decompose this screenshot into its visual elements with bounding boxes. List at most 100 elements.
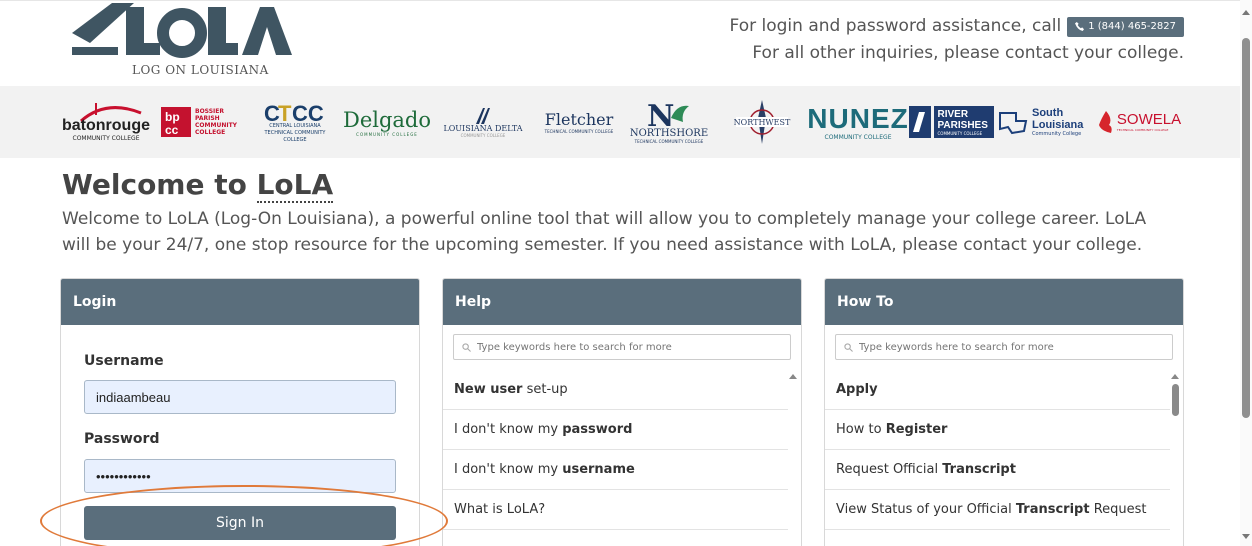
phone-number: 1 (844) 465-2827 [1088,21,1176,32]
contact-line-1: For login and password assistance, call [729,16,1062,36]
page-scroll-up-icon[interactable] [1242,10,1250,15]
login-panel: Login Username Password Sign In [60,278,420,546]
contact-info: For login and password assistance, call … [730,13,1184,67]
help-item-bold: username [562,462,635,477]
help-panel: Help New user set-up I don't know my pas… [442,278,802,546]
college-logo-fletcher[interactable]: Fletcher TECHNICAL COMMUNITY COLLEGE [534,94,624,150]
howto-list-scrollbar[interactable] [1169,370,1181,546]
howto-search-input[interactable] [859,341,1159,353]
college-name: NORTHSHORE [629,128,709,139]
login-panel-title: Login [61,279,419,325]
college-sub: Community College [1032,131,1082,137]
college-logo-bossier[interactable]: bp cc BOSSIER PARISH COMMUNITY COLLEGE [158,94,246,150]
help-item-new-user[interactable]: New user set-up [443,370,788,410]
howto-list: Apply How to Register Request Official T… [825,370,1170,530]
college-logo-strip: batonrouge COMMUNITY COLLEGE bp cc BOSSIE… [0,86,1240,158]
howto-item-bold: Apply [836,382,878,397]
help-list-scrollbar[interactable] [787,370,799,546]
svg-text:cc: cc [165,123,179,137]
password-input[interactable] [84,459,396,493]
howto-item-text: View Status of your Official [836,502,1016,517]
college-logo-northwest[interactable]: NORTHWEST [726,94,798,150]
college-logo-louisiana-delta[interactable]: LOUISIANA DELTA COMMUNITY COLLEGE [438,94,528,150]
site-header: LOG ON LOUISIANA For login and password … [0,0,1240,86]
delta-mark-icon [476,108,490,124]
college-name: Fletcher [544,110,614,129]
phone-icon [1075,22,1085,31]
college-sub: COMMUNITY COLLEGE [356,131,418,137]
help-item-text: I don't know my [454,462,563,477]
phone-button[interactable]: 1 (844) 465-2827 [1067,16,1184,37]
howto-item-bold: Transcript [942,462,1016,477]
college-logo-delgado[interactable]: Delgado COMMUNITY COLLEGE [342,94,432,150]
svg-text:bp: bp [165,110,180,124]
college-name: LOUISIANA DELTA [443,124,523,133]
page-title: Welcome to LoLA [62,168,334,203]
college-sub: TECHNICAL COMMUNITY COLLEGE [634,139,704,144]
help-item-text: What is LoLA? [454,502,546,517]
logo-subtitle: LOG ON LOUISIANA [132,63,269,77]
help-panel-title: Help [443,279,801,325]
help-search-box[interactable] [453,334,791,360]
username-input[interactable] [84,380,396,414]
welcome-description: Welcome to LoLA (Log-On Louisiana), a po… [62,209,1147,255]
college-name: NUNEZ [807,102,909,134]
help-list: New user set-up I don't know my password… [443,370,788,530]
college-sub: COMMUNITY COLLEGE [460,133,506,138]
search-icon [462,342,471,352]
bossier-mark-icon: bpcc [161,107,191,137]
college-logo-sowela[interactable]: SOWELA TECHNICAL COMMUNITY COLLEGE [1094,94,1184,150]
page-scroll-thumb[interactable] [1242,38,1250,418]
page-title-lola: LoLA [256,168,334,203]
howto-item-apply[interactable]: Apply [825,370,1170,410]
page-scrollbar[interactable] [1240,0,1252,546]
howto-item-text: Request Official [836,462,943,477]
howto-item-bold: Register [885,422,948,437]
college-logo-river-parishes[interactable]: RIVER PARISHES COMMUNITY COLLEGE [906,94,996,150]
help-item-bold: password [562,422,633,437]
scroll-up-arrow-icon[interactable] [1171,374,1179,379]
sowela-flame-icon [1098,111,1112,133]
help-item-password[interactable]: I don't know my password [443,410,788,450]
northshore-mark-icon: N [647,100,689,128]
college-sub: COMMUNITY COLLEGE [937,130,983,136]
howto-item-bold: Transcript [1015,502,1090,517]
howto-search-box[interactable] [835,334,1173,360]
help-item-what-is-lola[interactable]: What is LoLA? [443,490,788,530]
college-sub: TECHNICAL COMMUNITY COLLEGE [1116,128,1169,132]
college-name: CENTRAL LOUISIANA TECHNICAL COMMUNITY CO… [264,122,326,143]
college-logo-nunez[interactable]: NUNEZ COMMUNITY COLLEGE [807,94,907,150]
page-scroll-down-icon[interactable] [1242,534,1250,539]
contact-line-2: For all other inquiries, please contact … [752,43,1184,63]
college-name: BOSSIER PARISH COMMUNITY COLLEGE [195,108,238,136]
cltcc-mark-icon: CT CC [264,101,324,123]
help-search-input[interactable] [477,341,777,353]
college-name: NORTHWEST [734,118,791,127]
help-item-text: I don't know my [454,422,563,437]
page-title-prefix: Welcome to [62,168,257,201]
college-logo-south-louisiana[interactable]: South Louisiana Community College [998,94,1090,150]
howto-item-text: How to [836,422,886,437]
college-sub: COMMUNITY COLLEGE [72,134,140,142]
howto-item-register[interactable]: How to Register [825,410,1170,450]
svg-text:N: N [647,100,674,128]
college-name: South Louisiana [1032,107,1084,131]
college-logo-cltcc[interactable]: C T CC CENTRAL LOUISIANA TECHNICAL COMMUNI… [256,94,334,150]
howto-panel-title: How To [825,279,1183,325]
college-sub: TECHNICAL COMMUNITY COLLEGE [544,129,614,134]
scroll-thumb[interactable] [1171,384,1179,416]
help-item-username[interactable]: I don't know my username [443,450,788,490]
howto-item-request-transcript[interactable]: Request Official Transcript [825,450,1170,490]
northwest-compass-icon: NORTHWEST [734,100,791,144]
river-parishes-mark-icon [908,106,931,138]
college-logo-baton-rouge[interactable]: batonrouge COMMUNITY COLLEGE [60,94,152,150]
howto-item-transcript-status[interactable]: View Status of your Official Transcript … [825,490,1170,530]
college-logo-northshore[interactable]: N NORTHSHORE TECHNICAL COMMUNITY COLLEGE [626,94,712,150]
search-icon [844,342,853,352]
sign-in-button[interactable]: Sign In [84,506,396,540]
username-label: Username [84,353,164,369]
svg-text:CC: CC [292,101,324,123]
college-name: Delgado [342,107,432,132]
scroll-up-arrow-icon[interactable] [789,374,797,379]
south-louisiana-state-icon [999,112,1028,135]
